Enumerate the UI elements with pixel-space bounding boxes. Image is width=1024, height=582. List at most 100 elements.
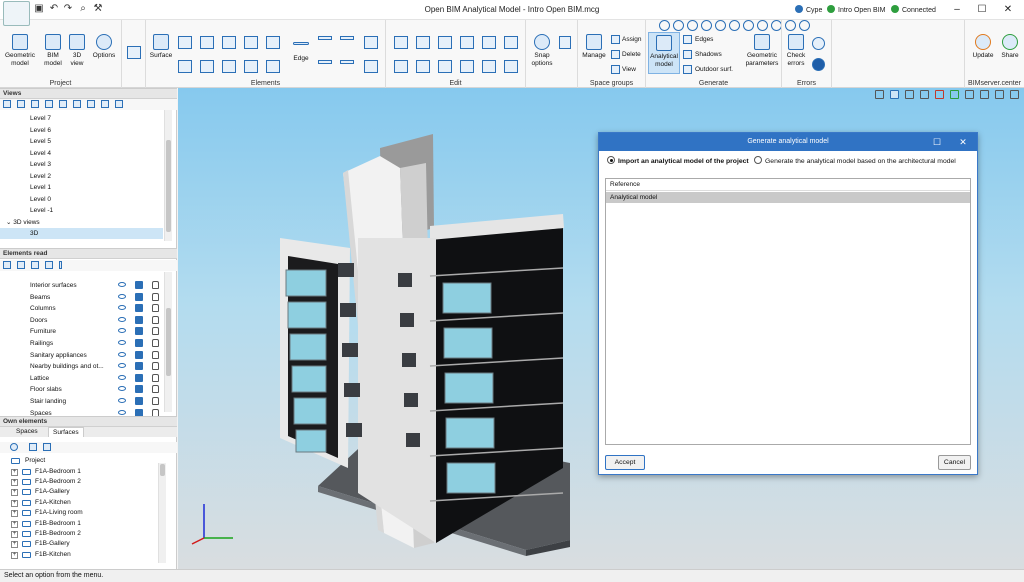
expand-icon[interactable]: + — [11, 510, 18, 518]
model-icon[interactable] — [135, 315, 143, 324]
snap-settings-icon[interactable] — [559, 36, 571, 49]
maximize-button[interactable]: ☐ — [969, 2, 995, 18]
dialog-maximize-button[interactable]: ☐ — [929, 133, 945, 151]
own-elements-scrollbar[interactable] — [158, 463, 166, 563]
views-scroll-thumb[interactable] — [166, 140, 171, 232]
tools-icon[interactable]: ⚒ — [92, 3, 104, 15]
model-icon[interactable] — [135, 292, 143, 301]
view-item-level-3[interactable]: Level 3 — [30, 159, 51, 170]
lock-icon[interactable] — [152, 350, 159, 359]
paint-icon[interactable] — [460, 60, 474, 73]
view-item-level-4[interactable]: Level 4 — [30, 148, 51, 159]
analytical-model-button[interactable]: Analytical model — [648, 32, 680, 74]
model-icon[interactable] — [135, 327, 143, 336]
tree-item[interactable]: + F1A-Kitchen — [0, 498, 160, 508]
expand-icon[interactable]: + — [11, 489, 18, 497]
window-icon[interactable] — [244, 60, 258, 73]
roof-icon[interactable] — [178, 60, 192, 73]
search-icon[interactable] — [10, 443, 18, 451]
frame-icon[interactable] — [244, 36, 258, 49]
minimize-button[interactable]: – — [944, 2, 970, 18]
dialog-close-button[interactable]: ✕ — [955, 133, 971, 151]
undo-icon[interactable]: ↶ — [48, 3, 60, 15]
extend-icon[interactable] — [504, 60, 518, 73]
elements-read-row[interactable]: Lattice — [0, 373, 163, 385]
eye-icon[interactable] — [118, 328, 126, 334]
share-button[interactable]: Share — [997, 34, 1023, 60]
slab-icon[interactable] — [200, 36, 214, 49]
edges-button[interactable]: Edges — [695, 36, 713, 43]
model-icon[interactable] — [135, 385, 143, 394]
tab-spaces[interactable]: Spaces — [16, 428, 38, 435]
geometric-parameters-button[interactable]: Geometric parameters — [742, 34, 782, 68]
reference-item-analytical-model[interactable]: Analytical model — [606, 192, 970, 203]
view-item-level-5[interactable]: Level 5 — [30, 136, 51, 147]
layers-icon[interactable] — [127, 46, 141, 59]
brush-icon[interactable] — [482, 60, 496, 73]
trim-icon[interactable] — [504, 36, 518, 49]
view-item-level-1[interactable]: Level 1 — [30, 182, 51, 193]
tree-item[interactable]: + F1A-Living room — [0, 508, 160, 518]
save-icon[interactable]: ▣ — [33, 3, 45, 15]
new-view-icon[interactable] — [3, 100, 11, 108]
grid-icon[interactable] — [364, 36, 378, 49]
expand-icon[interactable]: + — [11, 478, 18, 486]
views-scrollbar[interactable] — [164, 110, 172, 241]
view-item-level-minus-1[interactable]: Level -1 — [30, 205, 53, 216]
check-errors-button[interactable]: Check errors — [784, 34, 808, 68]
model-icon[interactable] — [135, 304, 143, 313]
edge-tool-icon[interactable] — [364, 60, 378, 73]
copy-view-icon[interactable] — [31, 100, 39, 108]
view-item-level-0[interactable]: Level 0 — [30, 194, 51, 205]
mirror-icon[interactable] — [438, 60, 452, 73]
tree-item[interactable]: + F1B-Gallery — [0, 539, 160, 549]
lock-icon[interactable] — [152, 385, 159, 394]
view-group-3d[interactable]: ⌄ 3D views — [6, 217, 40, 228]
tree-collapse-icon[interactable] — [43, 443, 51, 451]
expand-icon[interactable]: + — [11, 530, 18, 538]
elements-read-row[interactable]: Interior surfaces — [0, 280, 163, 292]
assign-button[interactable]: Assign — [622, 36, 642, 43]
expand-icon[interactable]: + — [11, 468, 18, 476]
partition-icon[interactable] — [222, 60, 236, 73]
lock-icon[interactable] — [152, 304, 159, 313]
own-elements-scroll-thumb[interactable] — [160, 464, 165, 476]
eye-icon[interactable] — [118, 386, 126, 392]
delete-button[interactable]: Delete — [622, 51, 641, 58]
opening-icon[interactable] — [222, 36, 236, 49]
rotate-icon[interactable] — [416, 60, 430, 73]
elements-read-row[interactable]: Nearby buildings and ot... — [0, 361, 163, 373]
option-generate-radio[interactable]: Generate the analytical model based on t… — [754, 156, 956, 165]
snap-options-button[interactable]: Snap options — [528, 34, 556, 68]
clear-errors-icon[interactable] — [812, 58, 825, 71]
bim-model-button[interactable]: BIM model — [42, 34, 64, 68]
view-item-level-6[interactable]: Level 6 — [30, 125, 51, 136]
eye-icon[interactable] — [118, 293, 126, 299]
eye-icon[interactable] — [118, 351, 126, 357]
model-icon[interactable] — [135, 281, 143, 289]
expand-all-icon[interactable] — [3, 261, 11, 269]
run-view-icon[interactable] — [59, 100, 67, 108]
elements-read-row[interactable]: Railings — [0, 338, 163, 350]
shadows-button[interactable]: Shadows — [695, 51, 722, 58]
delete-view-icon[interactable] — [45, 100, 53, 108]
split-icon[interactable] — [340, 60, 354, 64]
elements-read-row[interactable]: Floor slabs — [0, 384, 163, 396]
wall-icon[interactable] — [178, 36, 192, 49]
stretch-icon[interactable] — [482, 36, 496, 49]
model-icon[interactable] — [135, 362, 143, 371]
tree-item[interactable]: + F1A-Bedroom 2 — [0, 477, 160, 487]
view-item-level-2[interactable]: Level 2 — [30, 171, 51, 182]
tree-expand-icon[interactable] — [29, 443, 37, 451]
sort-icon[interactable] — [115, 100, 123, 108]
expand-icon[interactable]: + — [11, 520, 18, 528]
pin-icon[interactable] — [59, 261, 62, 269]
expand-icon[interactable]: + — [11, 541, 18, 549]
elements-read-row[interactable]: Sanitary appliances — [0, 350, 163, 362]
model-icon[interactable] — [135, 350, 143, 359]
lock-icon[interactable] — [152, 281, 159, 289]
elements-scroll-thumb[interactable] — [166, 308, 171, 376]
geometric-model-button[interactable]: Geometric model — [2, 34, 38, 68]
elements-read-row[interactable]: Beams — [0, 292, 163, 304]
expand-icon[interactable]: + — [11, 551, 18, 559]
